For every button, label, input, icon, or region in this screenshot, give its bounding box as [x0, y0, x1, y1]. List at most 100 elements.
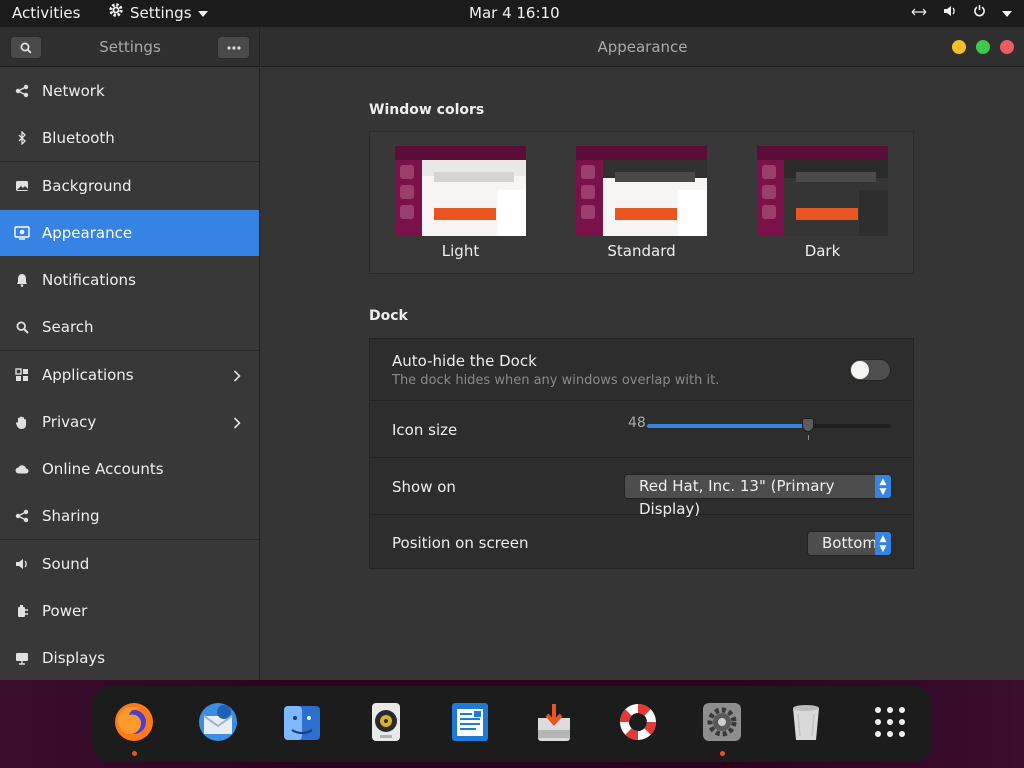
- dock-app-thunderbird[interactable]: [194, 698, 242, 746]
- chevron-right-icon: [233, 368, 241, 386]
- sidebar-item-label: Search: [42, 318, 94, 336]
- help-lifebuoy-icon: [620, 704, 656, 740]
- icon-size-row: Icon size 48: [370, 402, 913, 458]
- dock-app-trash[interactable]: [782, 698, 830, 746]
- privacy-hand-icon: [14, 414, 30, 430]
- sidebar-item-label: Bluetooth: [42, 129, 115, 147]
- theme-option-light[interactable]: Light: [395, 146, 526, 260]
- maximize-button[interactable]: [976, 40, 990, 54]
- theme-preview-light: [395, 146, 526, 236]
- sidebar-item-displays[interactable]: Displays: [0, 635, 259, 681]
- running-indicator: [132, 751, 137, 756]
- minimize-button[interactable]: [952, 40, 966, 54]
- sidebar-item-label: Power: [42, 602, 88, 620]
- sidebar-item-label: Applications: [42, 366, 134, 384]
- show-on-value: Red Hat, Inc. 13" (Primary Display): [639, 477, 835, 518]
- sidebar-item-applications[interactable]: Applications: [0, 352, 259, 398]
- network-icon: [14, 83, 30, 99]
- sidebar-item-sound[interactable]: Sound: [0, 541, 259, 587]
- sidebar-item-privacy[interactable]: Privacy: [0, 399, 259, 445]
- dock-show-apps[interactable]: [866, 698, 914, 746]
- system-tray[interactable]: [911, 0, 1012, 27]
- theme-preview-standard: [576, 146, 707, 236]
- clock[interactable]: Mar 4 16:10: [469, 0, 560, 27]
- dock-app-writer[interactable]: [446, 698, 494, 746]
- chevron-up-down-icon: ▲ ▼: [875, 475, 891, 498]
- slider-mark: [808, 435, 809, 440]
- dock-app-help[interactable]: [614, 698, 662, 746]
- sidebar-item-sharing[interactable]: Sharing: [0, 493, 259, 539]
- show-on-dropdown[interactable]: Red Hat, Inc. 13" (Primary Display) ▲ ▼: [624, 474, 892, 518]
- theme-label: Light: [441, 242, 480, 260]
- thunderbird-icon: [199, 703, 237, 741]
- theme-option-standard[interactable]: Standard: [576, 146, 707, 260]
- search-icon: [14, 319, 30, 335]
- dock-app-settings[interactable]: [698, 698, 746, 756]
- settings-window: Settings Appearance Network Bluetooth Ba…: [0, 27, 1024, 680]
- sidebar-item-power[interactable]: Power: [0, 588, 259, 634]
- icon-size-label: Icon size: [392, 421, 458, 439]
- show-on-row: Show on Red Hat, Inc. 13" (Primary Displ…: [370, 459, 913, 518]
- power-icon: [973, 0, 986, 27]
- settings-icon: [703, 703, 741, 741]
- icon-size-slider[interactable]: [647, 418, 891, 440]
- theme-label: Dark: [804, 242, 841, 260]
- sidebar-item-label: Background: [42, 177, 132, 195]
- app-menu-label: Settings: [130, 4, 192, 22]
- app-menu-button[interactable]: Settings: [108, 0, 208, 27]
- sidebar-item-appearance[interactable]: Appearance: [0, 210, 259, 256]
- header-bar: Settings Appearance: [0, 27, 1024, 67]
- files-icon: [284, 706, 320, 740]
- chevron-right-icon: [233, 415, 241, 433]
- slider-handle[interactable]: [802, 418, 814, 432]
- speaker-icon: [14, 556, 30, 572]
- position-dropdown[interactable]: Bottom ▲ ▼: [807, 531, 892, 556]
- running-indicator: [720, 751, 725, 756]
- dock-heading: Dock: [369, 308, 408, 324]
- bluetooth-icon: [14, 130, 30, 146]
- dock-app-firefox[interactable]: [110, 698, 158, 756]
- dock-app-rhythmbox[interactable]: [362, 698, 410, 746]
- appearance-panel: Window colors Light Standard Dark Dock A…: [261, 68, 1024, 680]
- display-icon: [14, 650, 30, 666]
- applications-icon: [14, 367, 30, 383]
- search-button[interactable]: [10, 36, 42, 59]
- sidebar-item-label: Appearance: [42, 224, 133, 242]
- chevron-up-down-icon: ▲ ▼: [875, 532, 891, 555]
- sidebar-item-notifications[interactable]: Notifications: [0, 257, 259, 303]
- search-icon: [20, 42, 32, 54]
- sidebar-item-bluetooth[interactable]: Bluetooth: [0, 115, 259, 161]
- dock-app-software-install[interactable]: [530, 698, 578, 746]
- chevron-down-icon: [197, 10, 208, 17]
- volume-icon: [943, 0, 957, 27]
- position-label: Position on screen: [392, 534, 529, 552]
- sidebar-item-background[interactable]: Background: [0, 163, 259, 209]
- ubuntu-dock: [92, 686, 932, 762]
- sidebar-item-label: Displays: [42, 649, 106, 667]
- share-icon: [14, 508, 30, 524]
- sidebar-separator: [0, 350, 259, 351]
- sidebar-item-label: Sound: [42, 555, 90, 573]
- sidebar-item-network[interactable]: Network: [0, 68, 259, 114]
- theme-option-dark[interactable]: Dark: [757, 146, 888, 260]
- trash-icon: [793, 705, 819, 740]
- close-button[interactable]: [1000, 40, 1014, 54]
- theme-label: Standard: [607, 242, 676, 260]
- page-title: Appearance: [597, 38, 688, 56]
- autohide-subtitle: The dock hides when any windows overlap …: [392, 373, 720, 388]
- activities-button[interactable]: Activities: [12, 0, 80, 27]
- primary-menu-button[interactable]: [217, 36, 250, 59]
- dock-app-files[interactable]: [278, 698, 326, 746]
- sidebar: Network Bluetooth Background Appearance …: [0, 68, 260, 680]
- icon-size-value: 48: [628, 415, 646, 431]
- top-bar: Activities Settings Mar 4 16:10: [0, 0, 1024, 27]
- rhythmbox-icon: [372, 703, 400, 741]
- sidebar-item-search[interactable]: Search: [0, 304, 259, 350]
- sidebar-item-online-accounts[interactable]: Online Accounts: [0, 446, 259, 492]
- dock-settings-list: Auto-hide the Dock The dock hides when a…: [369, 338, 914, 569]
- autohide-toggle[interactable]: [849, 359, 891, 381]
- sidebar-item-label: Sharing: [42, 507, 100, 525]
- autohide-title: Auto-hide the Dock: [392, 352, 537, 370]
- power-plug-icon: [14, 603, 30, 619]
- software-install-icon: [538, 704, 570, 741]
